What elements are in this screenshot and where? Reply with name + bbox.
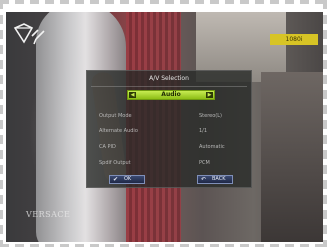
checkmark-icon: ✔ [113, 176, 119, 183]
option-label: CA PID [99, 144, 116, 150]
channel-logo [13, 23, 45, 45]
option-label: Output Mode [99, 113, 132, 119]
audio-tab-selector[interactable]: ◀ Audio ▶ [127, 90, 215, 100]
av-selection-dialog: A/V Selection ◀ Audio ▶ Output Mode Ster… [86, 70, 252, 188]
frame-edge-right [323, 0, 327, 247]
option-label: Alternate Audio [99, 128, 138, 134]
option-output-mode[interactable]: Output Mode Stereo(L) [87, 111, 251, 121]
back-button-label: BACK [212, 176, 226, 182]
option-value: 1/1 [199, 128, 208, 134]
frame-edge-left [0, 0, 3, 247]
option-ca-pid[interactable]: CA PID Automatic [87, 142, 251, 152]
option-value: PCM [199, 160, 210, 166]
resolution-badge: 1080i [270, 34, 318, 45]
brand-watermark: VERSACE [26, 210, 71, 219]
option-label: Spdif Output [99, 160, 131, 166]
frame-edge-top [0, 0, 327, 4]
audience-figure [261, 72, 323, 242]
tab-label: Audio [161, 91, 181, 98]
dialog-divider [91, 86, 247, 87]
ok-button[interactable]: ✔ OK [109, 175, 145, 184]
option-spdif-output[interactable]: Spdif Output PCM [87, 158, 251, 168]
back-arrow-icon: ↶ [201, 176, 207, 183]
option-value: Automatic [199, 144, 225, 150]
option-value: Stereo(L) [199, 113, 222, 119]
dialog-title: A/V Selection [149, 75, 189, 82]
arrow-right-icon[interactable]: ▶ [206, 92, 213, 98]
back-button[interactable]: ↶ BACK [197, 175, 233, 184]
option-alternate-audio[interactable]: Alternate Audio 1/1 [87, 126, 251, 136]
ok-button-label: OK [124, 176, 132, 182]
